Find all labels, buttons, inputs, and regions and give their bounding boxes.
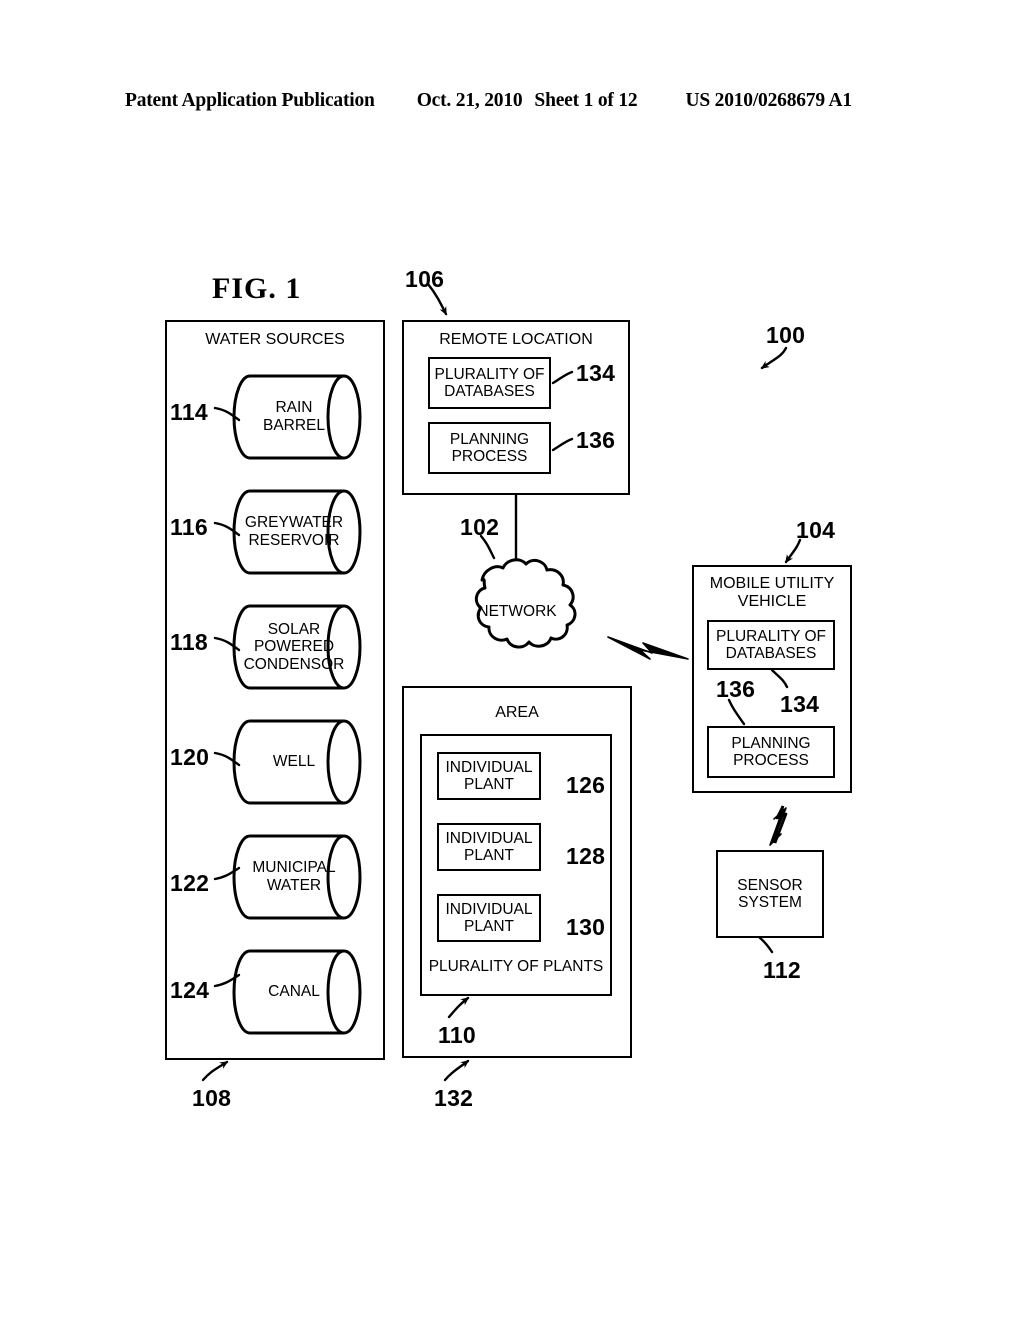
label-line-2: PLANT (464, 918, 514, 935)
network-cloud[interactable]: NETWORK (438, 556, 596, 668)
ref-118: 118 (170, 629, 209, 655)
label-line-1: PLANNING (731, 734, 811, 752)
ref-136-remote: 136 (576, 427, 616, 453)
label-line-1: RAIN (275, 399, 313, 417)
leader-112 (758, 936, 774, 954)
ref-106: 106 (405, 266, 445, 292)
label-line-2: PLANT (464, 847, 514, 864)
water-source-canal[interactable]: CANAL (232, 949, 362, 1035)
ref-120: 120 (170, 744, 210, 770)
water-source-label: CANAL (248, 949, 340, 1035)
ref-108: 108 (192, 1085, 232, 1111)
water-source-greywater-reservoir[interactable]: GREYWATER RESERVOIR (232, 489, 362, 575)
header-patent-number: US 2010/0268679 A1 (685, 90, 852, 111)
label-line-1: PLURALITY OF (716, 627, 826, 645)
ref-112: 112 (763, 957, 802, 983)
label-line-2: DATABASES (444, 383, 535, 400)
ref-136-vehicle: 136 (716, 676, 756, 702)
label-line-2: WATER (266, 877, 322, 894)
water-sources-title: WATER SOURCES (205, 331, 345, 348)
remote-planning-process[interactable]: PLANNING PROCESS (428, 422, 551, 474)
label-line-2: PROCESS (733, 752, 809, 769)
label-line-2: POWERED (253, 638, 335, 656)
water-source-label: GREYWATER RESERVOIR (240, 489, 348, 575)
title-line-1: MOBILE UTILITY (709, 575, 835, 592)
water-source-label: MUNICIPAL WATER (240, 834, 348, 920)
label-line-1: PLANNING (449, 430, 530, 448)
wireless-link-vehicle-sensor (769, 805, 788, 846)
leader-100 (760, 346, 788, 370)
ref-130: 130 (566, 914, 606, 940)
label-line-1: WELL (272, 753, 316, 771)
sensor-system[interactable]: SENSOR SYSTEM (716, 850, 824, 938)
label-line-2: BARREL (262, 417, 326, 434)
label-line-1: MUNICIPAL (252, 859, 336, 877)
label-line-1: INDIVIDUAL (445, 900, 533, 918)
header-publication: Patent Application Publication (125, 90, 375, 111)
label-line-1: GREYWATER (244, 514, 344, 532)
area-title: AREA (495, 704, 539, 721)
water-source-solar-powered-condensor[interactable]: SOLAR POWERED CONDENSOR (232, 604, 362, 690)
remote-location-title: REMOTE LOCATION (439, 331, 593, 348)
label-line-2: RESERVOIR (248, 532, 340, 549)
ref-124: 124 (170, 977, 210, 1003)
ref-110: 110 (438, 1022, 477, 1048)
label-line-1: INDIVIDUAL (445, 829, 533, 847)
page-header: Patent Application Publication Oct. 21, … (125, 88, 900, 114)
label-line-2: DATABASES (725, 645, 817, 662)
wireless-link-network-vehicle (607, 636, 689, 660)
water-source-label: SOLAR POWERED CONDENSOR (238, 604, 350, 690)
ref-114: 114 (170, 399, 209, 425)
ref-102: 102 (460, 514, 500, 540)
label-line-1: INDIVIDUAL (445, 758, 533, 776)
water-source-rain-barrel[interactable]: RAIN BARREL (232, 374, 362, 460)
individual-plant-128[interactable]: INDIVIDUAL PLANT (437, 823, 541, 871)
label-line-1: SOLAR (267, 620, 321, 638)
label-line-3: CONDENSOR (243, 655, 345, 673)
network-label: NETWORK (477, 603, 557, 620)
label-line-1: CANAL (268, 983, 320, 1001)
ref-116: 116 (170, 514, 209, 540)
figure-title: FIG. 1 (212, 272, 302, 305)
header-sheet: Sheet 1 of 12 (534, 90, 638, 111)
leader-132 (443, 1059, 470, 1082)
individual-plant-130[interactable]: INDIVIDUAL PLANT (437, 894, 541, 942)
label-line-1: PLURALITY OF (434, 365, 545, 383)
label-line-1: SENSOR (737, 876, 803, 894)
ref-122: 122 (170, 870, 210, 896)
water-source-well[interactable]: WELL (232, 719, 362, 805)
ref-104: 104 (796, 517, 836, 543)
ref-134-remote: 134 (576, 360, 616, 386)
label-line-2: PROCESS (451, 448, 528, 465)
ref-132: 132 (434, 1085, 474, 1111)
remote-plurality-of-databases[interactable]: PLURALITY OF DATABASES (428, 357, 551, 409)
title-line-2: VEHICLE (737, 592, 807, 610)
water-source-label: RAIN BARREL (248, 374, 340, 460)
vehicle-plurality-of-databases[interactable]: PLURALITY OF DATABASES (707, 620, 835, 670)
individual-plant-126[interactable]: INDIVIDUAL PLANT (437, 752, 541, 800)
water-source-label: WELL (248, 719, 340, 805)
ref-134-vehicle: 134 (780, 691, 820, 717)
plurality-of-plants-label: PLURALITY OF PLANTS (428, 958, 604, 975)
ref-100: 100 (766, 322, 806, 348)
water-source-municipal-water[interactable]: MUNICIPAL WATER (232, 834, 362, 920)
mobile-utility-vehicle-title: MOBILE UTILITY VEHICLE (694, 575, 850, 611)
label-line-2: PLANT (464, 776, 514, 793)
label-line-2: SYSTEM (738, 894, 802, 911)
vehicle-planning-process[interactable]: PLANNING PROCESS (707, 726, 835, 778)
leader-108 (201, 1060, 229, 1082)
ref-126: 126 (566, 772, 606, 798)
header-date: Oct. 21, 2010 (416, 90, 523, 111)
ref-128: 128 (566, 843, 606, 869)
